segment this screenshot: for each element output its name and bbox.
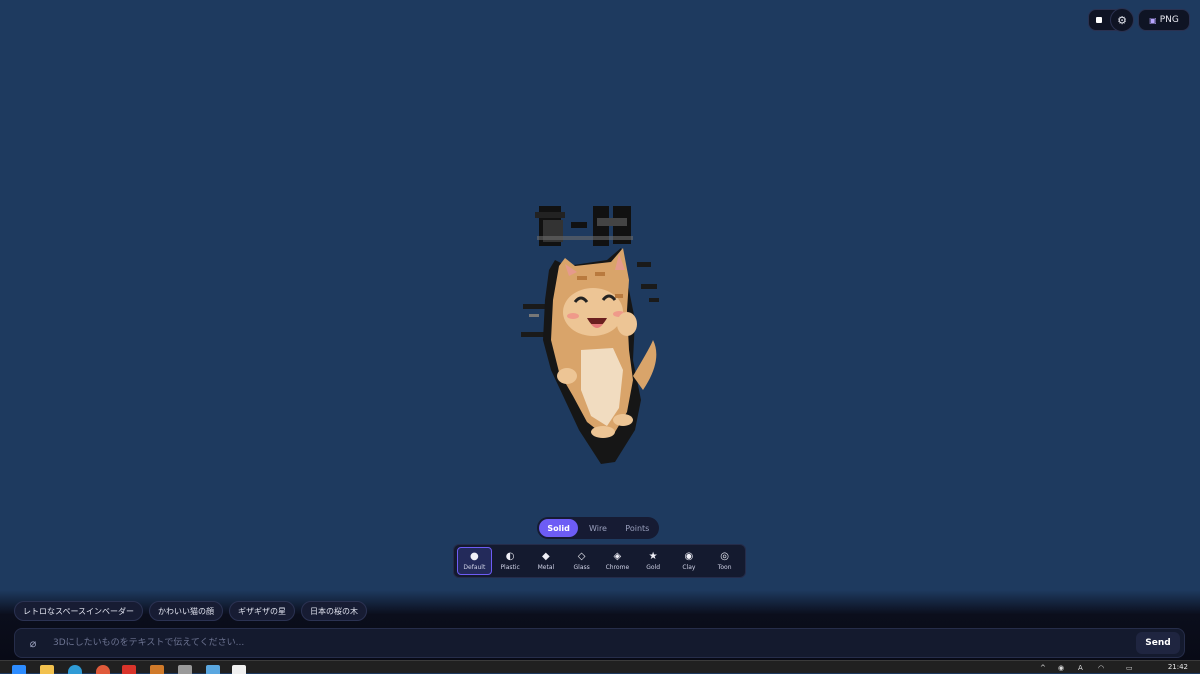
- viewport[interactable]: ⚙ ▣ PNG Solid Wire Points ● Default ◐ Pl…: [0, 0, 1200, 660]
- stop-button-group: ⚙: [1088, 8, 1134, 32]
- material-default[interactable]: ● Default: [457, 547, 492, 575]
- image-icon: ▣: [1149, 15, 1157, 25]
- material-glass[interactable]: ◇ Glass: [564, 547, 599, 575]
- material-label: Toon: [717, 563, 732, 571]
- material-picker: ● Default ◐ Plastic ◆ Metal ◇ Glass ◈ Ch…: [453, 544, 746, 578]
- material-toon[interactable]: ◎ Toon: [707, 547, 742, 575]
- material-label: Glass: [573, 563, 590, 571]
- tray-shield-icon[interactable]: ◉: [1058, 664, 1064, 672]
- material-chrome[interactable]: ◈ Chrome: [600, 547, 635, 575]
- render-mode-tabs: Solid Wire Points: [537, 517, 659, 539]
- star-icon: ★: [648, 550, 658, 562]
- top-controls: ⚙ ▣ PNG: [1088, 8, 1190, 32]
- settings-button[interactable]: ⚙: [1110, 8, 1134, 32]
- material-label: Clay: [682, 563, 696, 571]
- material-label: Chrome: [605, 563, 630, 571]
- paperclip-icon: ⌀: [29, 636, 37, 650]
- tray-battery-icon[interactable]: ▭: [1126, 664, 1133, 672]
- tray-wifi-icon[interactable]: ◠: [1098, 664, 1104, 672]
- material-label: Default: [463, 563, 486, 571]
- attach-button[interactable]: ⌀: [15, 637, 51, 650]
- suggestion-chip[interactable]: ギザギザの星: [229, 601, 296, 621]
- material-gold[interactable]: ★ Gold: [636, 547, 671, 575]
- tab-solid[interactable]: Solid: [539, 519, 579, 537]
- suggestion-chips: レトロなスペースインベーダー かわいい猫の顔 ギザギザの星 日本の桜の木: [14, 601, 368, 621]
- material-plastic[interactable]: ◐ Plastic: [493, 547, 528, 575]
- diamond-dot-icon: ◈: [613, 550, 622, 562]
- circle-icon: ●: [470, 550, 479, 562]
- cat-3d-model[interactable]: [515, 200, 665, 470]
- tab-points[interactable]: Points: [618, 519, 657, 537]
- send-button[interactable]: Send: [1136, 632, 1180, 654]
- prompt-bar: ⌀ Send: [14, 628, 1185, 658]
- diamond-icon: ◆: [542, 550, 550, 562]
- material-label: Metal: [537, 563, 555, 571]
- suggestion-chip[interactable]: かわいい猫の顔: [149, 601, 224, 621]
- half-circle-icon: ◐: [505, 550, 515, 562]
- os-taskbar: ^ ◉ A ◠ ▭ 21:42: [0, 660, 1200, 674]
- suggestion-chip[interactable]: レトロなスペースインベーダー: [14, 601, 144, 621]
- ring-dot-icon: ◉: [684, 550, 694, 562]
- tab-wire[interactable]: Wire: [578, 519, 617, 537]
- taskbar-clock[interactable]: 21:42: [1168, 663, 1188, 671]
- gear-icon: ⚙: [1117, 13, 1127, 27]
- tray-font-icon[interactable]: A: [1078, 664, 1083, 672]
- png-export-button[interactable]: ▣ PNG: [1138, 9, 1190, 31]
- bullseye-icon: ◎: [720, 550, 729, 562]
- stop-icon: [1096, 17, 1102, 23]
- prompt-input[interactable]: [51, 637, 1136, 649]
- tray-chevron-icon[interactable]: ^: [1040, 664, 1046, 672]
- suggestion-chip[interactable]: 日本の桜の木: [301, 601, 368, 621]
- material-metal[interactable]: ◆ Metal: [529, 547, 564, 575]
- diamond-outline-icon: ◇: [577, 550, 586, 562]
- material-clay[interactable]: ◉ Clay: [672, 547, 707, 575]
- material-label: Plastic: [500, 563, 520, 571]
- png-label: PNG: [1159, 15, 1179, 25]
- text-sculpture: [535, 206, 633, 246]
- material-label: Gold: [646, 563, 661, 571]
